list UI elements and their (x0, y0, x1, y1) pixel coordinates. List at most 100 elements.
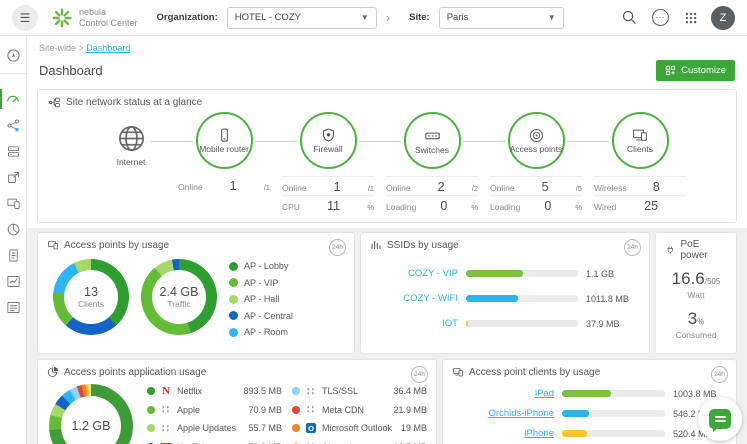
topology-icon (6, 118, 21, 133)
search-button[interactable] (618, 7, 640, 29)
legend-item: AP - Central (229, 311, 293, 321)
site-label: Site: (409, 12, 430, 23)
nebula-logo-icon (51, 7, 73, 29)
node-firewall[interactable]: Firewall Online1/1 CPU11% (276, 112, 380, 214)
application-usage-donut: 1.2 GB (49, 384, 133, 444)
legend-item: AP - VIP (229, 278, 293, 288)
apps-grid-button[interactable] (680, 7, 702, 29)
sidebar-item-navigate[interactable] (0, 44, 27, 74)
bar-chart-icon (370, 239, 382, 251)
status-title: Site network status at a glance (66, 97, 202, 108)
app-row: ∷Meta CDN21.9 MB (292, 401, 427, 420)
time-range-badge[interactable]: 24h (624, 239, 641, 256)
client-row: iPad 1003.8 MB (452, 388, 727, 399)
share-out-icon (6, 170, 21, 185)
node-access-points[interactable]: Access points Online5/5 Loading0% (484, 112, 588, 214)
generic-app-icon: ∷ (160, 423, 172, 434)
node-clients[interactable]: Clients Wireless8 Wired25 (588, 112, 692, 214)
clients-stats: Wireless8 Wired25 (594, 176, 686, 214)
access-points-panel-icon (47, 239, 59, 251)
chevron-down-icon: ▼ (361, 13, 369, 22)
poe-values: 16.6/505 Watt 3% Consumed (665, 269, 727, 349)
mobile-router-icon (216, 127, 233, 144)
apps-grid-icon (684, 11, 698, 25)
sidebar-item-usage[interactable] (0, 216, 27, 242)
ssid-link[interactable]: IOT (370, 318, 466, 329)
hamburger-icon: ☰ (20, 11, 31, 25)
pie-chart-icon (6, 222, 21, 237)
sidebar-item-report[interactable] (0, 242, 27, 268)
generic-app-icon: ∷ (305, 404, 317, 415)
internet-label: Internet (117, 158, 146, 168)
legend-item: AP - Lobby (229, 261, 293, 271)
time-range-badge[interactable]: 24h (411, 366, 428, 383)
brand: nebula Control Center (51, 7, 138, 29)
ssid-link[interactable]: COZY - WIFI (370, 293, 466, 304)
ssid-link[interactable]: COZY - VIP (370, 268, 466, 279)
poe-power-panel: PoE power 16.6/505 Watt 3% Consumed (655, 232, 737, 354)
search-icon (621, 9, 638, 26)
ssid-row: COZY - WIFI 1011.8 MB (370, 293, 640, 304)
customize-button[interactable]: Customize (656, 60, 735, 81)
panel-title: PoE power (680, 239, 727, 261)
sidebar-item-dashboard[interactable] (0, 86, 27, 112)
outlook-icon: O (305, 423, 317, 434)
mobile-router-stats: Online1/1 (178, 176, 270, 194)
devices-stack-icon (6, 144, 21, 159)
menu-toggle-button[interactable]: ☰ (12, 5, 38, 31)
client-row: iPhone 520.4 MB (452, 428, 727, 439)
brand-name: nebula Control Center (79, 7, 138, 28)
time-range-badge[interactable]: 24h (329, 239, 346, 256)
switch-icon (423, 126, 442, 145)
site-select[interactable]: Paris ▼ (439, 7, 564, 29)
firewall-stats: Online1/1 CPU11% (282, 176, 374, 214)
user-avatar[interactable]: Z (711, 6, 735, 30)
clients-usage-panel: Access point clients by usage 24h iPad 1… (442, 359, 737, 444)
ssid-row: COZY - VIP 1.1 GB (370, 268, 640, 279)
time-range-badge[interactable]: 24h (711, 366, 728, 383)
app-list-col2: ∷TLS/SSL36.4 MB ∷Meta CDN21.9 MB OMicros… (292, 382, 427, 444)
main-content: Site-wide > Dashboard Dashboard Customiz… (27, 36, 747, 444)
help-button[interactable]: ⋯ (649, 7, 671, 29)
panel-title: SSIDs by usage (387, 240, 459, 251)
client-link[interactable]: Orchids-iPhone (452, 408, 562, 419)
switches-stats: Online2/2 Loading0% (386, 176, 478, 214)
clients-panel-icon (452, 366, 464, 378)
node-mobile-router[interactable]: Mobile router Online1/1 (172, 112, 276, 214)
node-switches[interactable]: Switches Online2/2 Loading0% (380, 112, 484, 214)
sidebar-item-clients[interactable] (0, 164, 27, 190)
chat-support-button[interactable] (698, 397, 742, 441)
ellipsis-circle-icon: ⋯ (652, 9, 669, 26)
sidebar-item-logs[interactable] (0, 294, 27, 320)
access-point-icon (528, 127, 545, 144)
line-chart-icon (6, 274, 21, 289)
breadcrumb-dashboard-link[interactable]: Dashboard (86, 43, 130, 53)
breadcrumb-parent: Site-wide > (39, 43, 84, 53)
internet-globe-icon (116, 123, 147, 154)
organization-select[interactable]: HOTEL - COZY ▼ (227, 7, 377, 29)
app-list-col1: NNetflix893.5 MB ∷Apple70.9 MB ∷Apple Up… (147, 382, 282, 444)
sidebar-item-topology[interactable] (0, 112, 27, 138)
org-site-separator: › (386, 10, 390, 25)
compass-icon (6, 48, 21, 63)
sidebar-item-devices[interactable] (0, 138, 27, 164)
generic-app-icon: ∷ (305, 386, 317, 397)
poe-plug-icon (665, 245, 675, 256)
ssids-usage-panel: SSIDs by usage 24h COZY - VIP 1.1 GB COZ… (360, 232, 650, 354)
sidebar (0, 36, 27, 444)
ssid-bars: COZY - VIP 1.1 GB COZY - WIFI 1011.8 MB … (370, 268, 640, 329)
page-title: Dashboard (39, 63, 103, 78)
application-usage-panel: Access points application usage 24h 1.2 … (37, 359, 437, 444)
topbar: ☰ nebula Control Center Organization: HO… (0, 0, 747, 36)
customize-grid-icon (665, 65, 676, 76)
panel-title: Access points application usage (64, 367, 206, 378)
client-link[interactable]: iPhone (452, 428, 562, 439)
access-points-usage-panel: Access points by usage 24h 13Clients 2.4… (37, 232, 355, 354)
sidebar-item-applications[interactable] (0, 190, 27, 216)
legend-item: AP - Room (229, 327, 293, 337)
client-link[interactable]: iPad (452, 388, 562, 399)
organization-label: Organization: (157, 12, 218, 23)
sidebar-item-analytics[interactable] (0, 268, 27, 294)
node-internet: Internet (90, 112, 172, 214)
ap-usage-legend: AP - Lobby AP - VIP AP - Hall AP - Centr… (229, 261, 293, 337)
